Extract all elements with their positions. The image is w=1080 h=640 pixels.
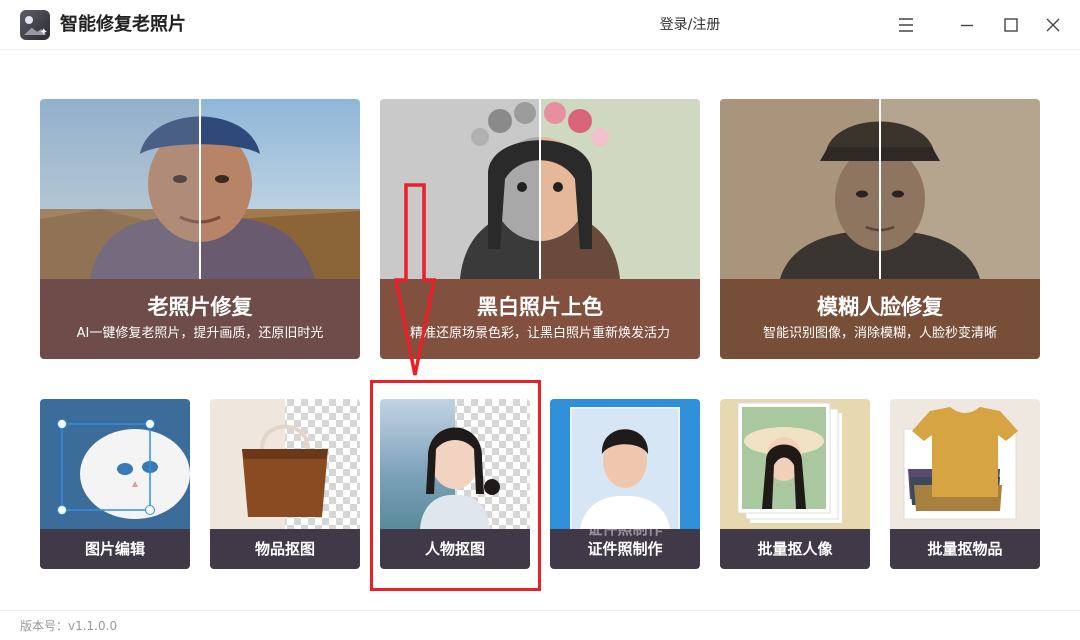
menu-icon[interactable] [891,10,921,40]
tool-card-image-edit[interactable]: 图片编辑 [40,399,190,569]
id-photo-overlay-text: 证件照制作 [587,520,663,538]
image-edit-thumbnail [40,399,190,529]
tool-label: 物品抠图 [210,529,360,569]
login-register-link[interactable]: 登录/注册 [640,14,740,36]
compare-divider [879,99,881,279]
feature-subtitle: AI一键修复老照片，提升画质，还原旧时光 [76,326,324,341]
tool-card-batch-portrait[interactable]: 批量抠人像 [720,399,870,569]
minimize-icon[interactable] [952,10,982,40]
batch-portrait-thumbnail [720,399,870,529]
feature-card-face-restore[interactable]: 模糊人脸修复 智能识别图像，消除模糊，人脸秒变清晰 [720,99,1040,359]
batch-tshirt-thumbnail [890,399,1040,529]
footer-bar [0,610,1080,640]
tool-label: 图片编辑 [40,529,190,569]
app-logo-icon: ✦ [20,10,50,40]
close-icon[interactable] [1038,10,1068,40]
title-bar: ✦ 智能修复老照片 登录/注册 [0,0,1080,50]
compare-divider [539,99,541,279]
annotation-highlight-box [370,380,541,591]
tool-label: 批量抠人像 [720,529,870,569]
compare-divider [199,99,201,279]
id-photo-thumbnail [550,399,700,529]
version-label: 版本号：v1.1.0.0 [20,619,118,633]
app-title: 智能修复老照片 [60,14,186,35]
tool-card-batch-object[interactable]: 批量抠物品 [890,399,1040,569]
feature-title: 老照片修复 [147,295,253,319]
maximize-icon[interactable] [996,10,1026,40]
tool-card-object-cutout[interactable]: 物品抠图 [210,399,360,569]
tool-label: 批量抠物品 [890,529,1040,569]
feature-card-old-photo-restore[interactable]: 老照片修复 AI一键修复老照片，提升画质，还原旧时光 [40,99,360,359]
feature-subtitle: 智能识别图像，消除模糊，人脸秒变清晰 [762,326,997,341]
handbag-thumbnail [210,399,328,529]
feature-title: 模糊人脸修复 [817,295,943,319]
tool-card-id-photo[interactable]: 证件照制作 证件照制作 [550,399,700,569]
annotation-arrow-icon [393,183,437,376]
